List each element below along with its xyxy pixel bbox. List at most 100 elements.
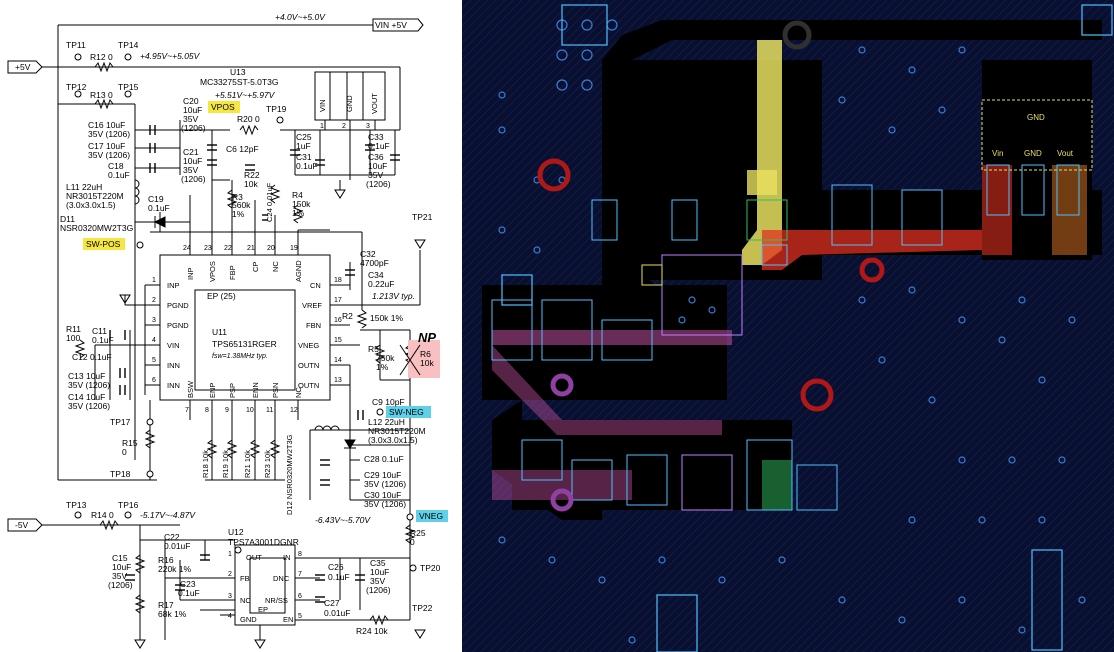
u12-num-l2: 2 bbox=[228, 571, 232, 578]
u11-right-num-5: 14 bbox=[334, 357, 342, 364]
u11-right-pin-2: VREF bbox=[302, 301, 322, 310]
c12-label: C12 0.1uF bbox=[72, 352, 112, 362]
u11-bottom-pin-2: ENP bbox=[208, 383, 217, 398]
u13-pin-vin: VIN bbox=[318, 99, 327, 112]
vneg-range: -6.43V~-5.70V bbox=[315, 515, 371, 525]
u11-left-pin-2: PGND bbox=[167, 301, 189, 310]
u12-pin-l2: FB bbox=[240, 574, 250, 583]
c13-rating: 35V (1206) bbox=[68, 380, 110, 390]
c25-val: 1uF bbox=[296, 141, 311, 151]
u11-top-num-1: 24 bbox=[183, 245, 191, 252]
r21-label: R21 10k bbox=[243, 450, 252, 478]
u11-top-num-4: 21 bbox=[247, 245, 255, 252]
c32-val: 4700pF bbox=[360, 258, 389, 268]
r17-val: 68k 1% bbox=[158, 609, 187, 619]
tp16-range: -5.17V~-4.87V bbox=[140, 510, 196, 520]
u12-ep: EP bbox=[258, 605, 268, 614]
u11-right-num-4: 15 bbox=[334, 337, 342, 344]
u11-left-num-3: 3 bbox=[152, 317, 156, 324]
u12-pin-l3: NC bbox=[240, 596, 251, 605]
u12-num-r2: 7 bbox=[298, 571, 302, 578]
c9-label: C9 10pF bbox=[372, 397, 405, 407]
u12-pin-l4: GND bbox=[240, 615, 257, 624]
u11-right-num-6: 13 bbox=[334, 377, 342, 384]
c31-val: 0.1uF bbox=[296, 161, 318, 171]
u11-right-num-3: 16 bbox=[334, 317, 342, 324]
c36-pkg: (1206) bbox=[366, 179, 391, 189]
np-label: NP bbox=[418, 330, 436, 345]
r6-val: 10k bbox=[420, 358, 434, 368]
u13-num-1: 1 bbox=[320, 123, 324, 130]
tp17-label: TP17 bbox=[110, 417, 131, 427]
r2-val: 150k 1% bbox=[370, 313, 404, 323]
ldo-pin-gnd: GND bbox=[1024, 149, 1042, 158]
u11-top-num-6: 19 bbox=[290, 245, 298, 252]
tp15-label: TP15 bbox=[118, 82, 139, 92]
c33-val: 0.1uF bbox=[368, 141, 390, 151]
u11-left-num-2: 2 bbox=[152, 297, 156, 304]
c23-val: 0.1uF bbox=[178, 588, 200, 598]
u11-left-pin-6: INN bbox=[167, 381, 180, 390]
r18-label: R18 10k bbox=[201, 450, 210, 478]
u12-pin-r2: DNC bbox=[273, 574, 290, 583]
u12-pin-r1: IN bbox=[283, 553, 291, 562]
u11-left-pin-3: PGND bbox=[167, 321, 189, 330]
r25-val: 0 bbox=[410, 537, 415, 547]
u11-bottom-pin-5: PSN bbox=[271, 383, 280, 398]
c30-rating: 35V (1206) bbox=[364, 499, 406, 509]
r15-val: 0 bbox=[122, 447, 127, 457]
vpos-tag: VPOS bbox=[211, 102, 235, 112]
c24-label: C24 0.01uF bbox=[265, 182, 274, 222]
u11-bottom-num-3: 9 bbox=[225, 407, 229, 414]
plus5-label: +5V bbox=[15, 62, 31, 72]
u11-bottom-num-6: 12 bbox=[290, 407, 298, 414]
u11-bottom-pin-4: ENN bbox=[251, 382, 260, 398]
u11-bottom-num-4: 10 bbox=[246, 407, 254, 414]
u13-num-3: 3 bbox=[366, 123, 370, 130]
c15-pkg: (1206) bbox=[108, 580, 133, 590]
u11-bottom-num-2: 8 bbox=[205, 407, 209, 414]
r24-label: R24 10k bbox=[356, 626, 388, 636]
vpos-range: +5.51V~+5.97V bbox=[215, 90, 276, 100]
ldo-pin-vin: Vin bbox=[992, 149, 1003, 158]
u12-num-l3: 3 bbox=[228, 593, 232, 600]
c21-pkg: (1206) bbox=[181, 174, 206, 184]
tp22-label: TP22 bbox=[412, 603, 433, 613]
u11-top-pin-5: NC bbox=[271, 261, 280, 272]
c35-pkg: (1206) bbox=[366, 585, 391, 595]
u12-ref: U12 bbox=[228, 527, 244, 537]
vin-range: +4.0V~+5.0V bbox=[275, 12, 326, 22]
ldo-tab-label: GND bbox=[1027, 113, 1045, 122]
u12-num-r4: 5 bbox=[298, 613, 302, 620]
u11-top-pin-1: INP bbox=[186, 267, 195, 280]
l11-size: (3.0x3.0x1.5) bbox=[66, 200, 116, 210]
u11-right-pin-5: OUTN bbox=[298, 361, 319, 370]
c14-rating: 35V (1206) bbox=[68, 401, 110, 411]
u11-top-num-2: 23 bbox=[204, 245, 212, 252]
d11-part: NSR0320MW2T3G bbox=[60, 223, 133, 233]
r12-label: R12 0 bbox=[90, 52, 113, 62]
u11-left-pin-4: VIN bbox=[167, 341, 180, 350]
u12-num-l4: 4 bbox=[228, 613, 232, 620]
vref-note: 1.213V typ. bbox=[372, 291, 415, 301]
r20-label: R20 0 bbox=[237, 114, 260, 124]
u11-right-pin-3: FBN bbox=[306, 321, 321, 330]
u11-left-num-5: 5 bbox=[152, 357, 156, 364]
c16-rating: 35V (1206) bbox=[88, 129, 130, 139]
c34-val: 0.22uF bbox=[368, 279, 394, 289]
tp13-label: TP13 bbox=[66, 500, 87, 510]
r22-val: 10k bbox=[244, 179, 258, 189]
c17-rating: 35V (1206) bbox=[88, 150, 130, 160]
r19-label: R19 10k bbox=[221, 450, 230, 478]
u11-freq: fsw=1.38MHz typ. bbox=[212, 353, 268, 360]
r13-label: R13 0 bbox=[90, 90, 113, 100]
r4-tol: 1% bbox=[292, 208, 305, 218]
l12-size: (3.0x3.0x1.5) bbox=[368, 435, 418, 445]
u11-bottom-num-5: 11 bbox=[266, 407, 273, 414]
u11-top-num-5: 20 bbox=[267, 245, 275, 252]
r11-val: 100 bbox=[66, 333, 80, 343]
c27-ref: C27 bbox=[324, 598, 340, 608]
c29-rating: 35V (1206) bbox=[364, 479, 406, 489]
u11-top-num-3: 22 bbox=[224, 245, 232, 252]
c27-val: 0.01uF bbox=[324, 608, 350, 618]
